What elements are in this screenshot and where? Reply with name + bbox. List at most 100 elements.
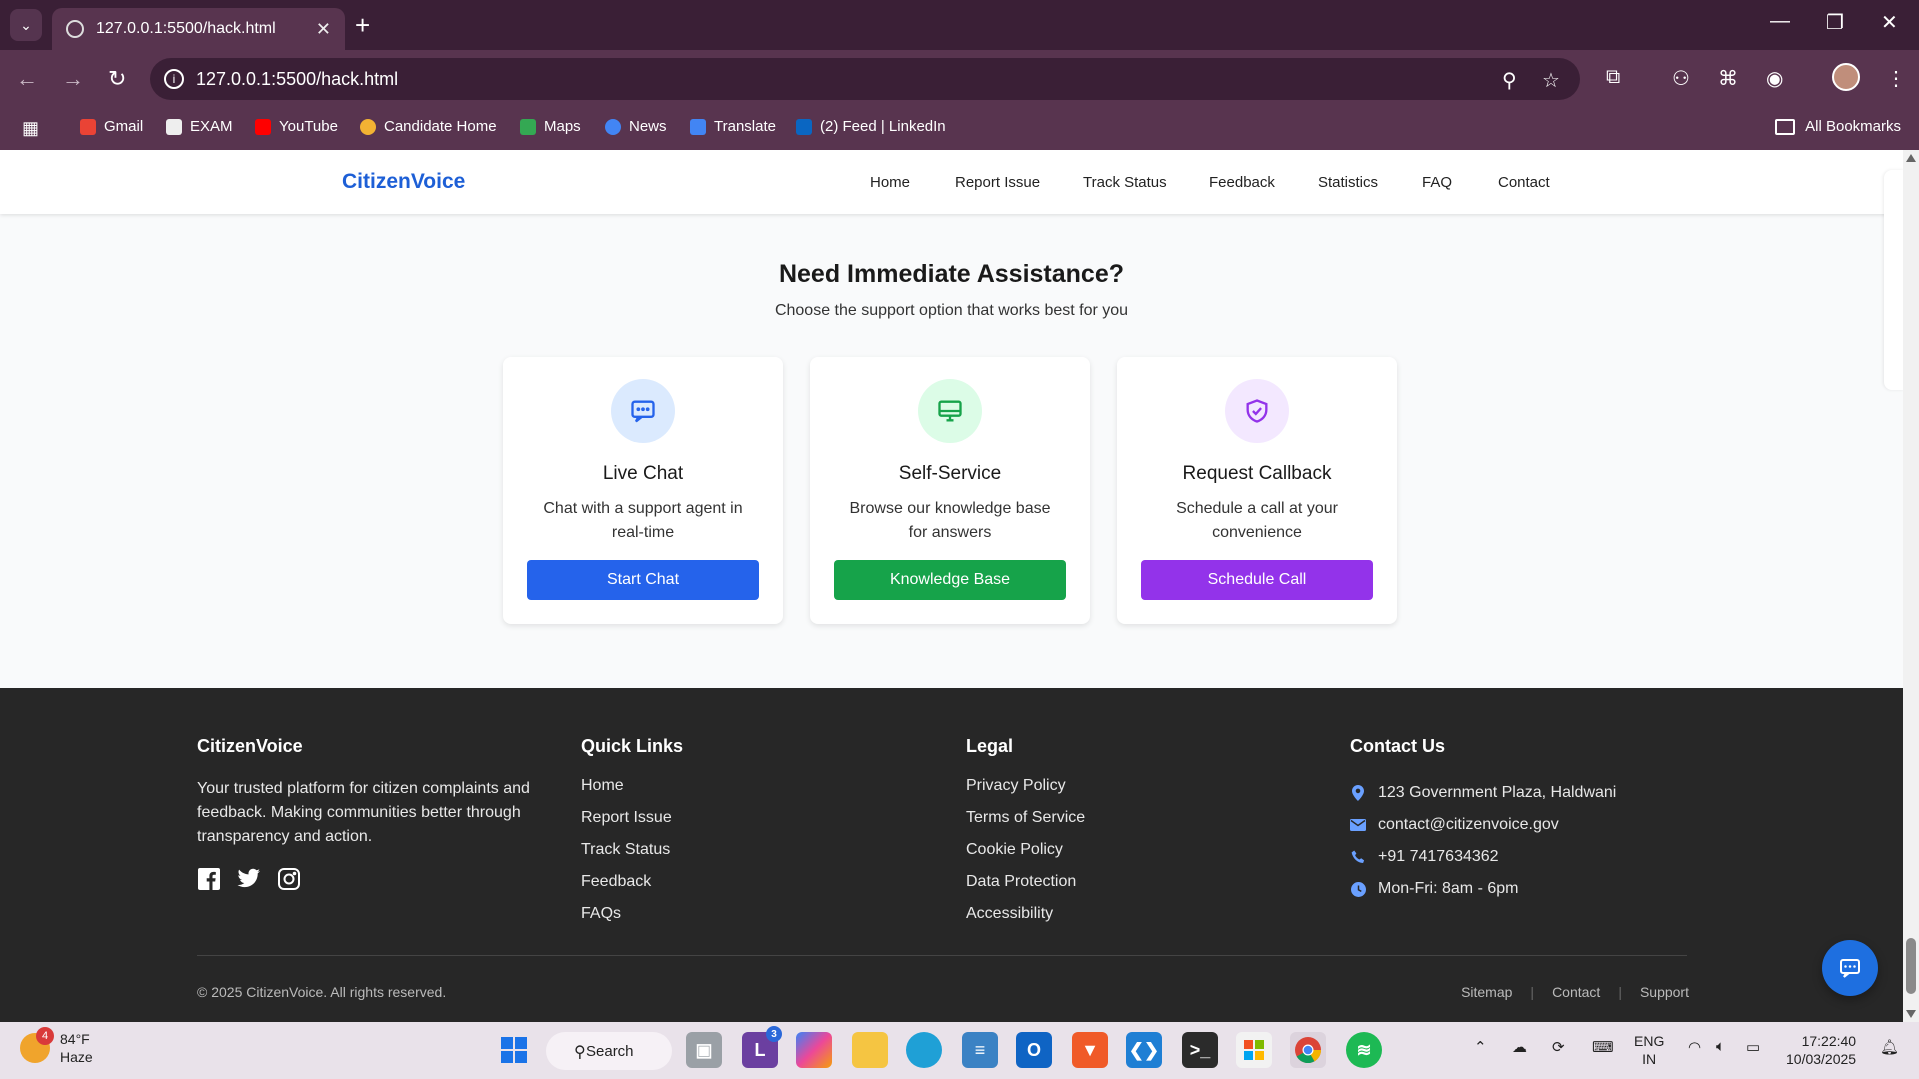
close-tab-icon[interactable]: ✕	[316, 19, 331, 40]
bookmark-star-icon[interactable]: ☆	[1542, 68, 1560, 93]
extensions-icon[interactable]: ⧉	[1606, 66, 1620, 89]
site-logo[interactable]: CitizenVoice	[342, 170, 465, 194]
footer-link-report-issue[interactable]: Report Issue	[581, 809, 683, 841]
sync-icon[interactable]: ⟳	[1552, 1038, 1565, 1056]
nav-faq[interactable]: FAQ	[1422, 174, 1452, 191]
footer-link-sitemap[interactable]: Sitemap	[1461, 984, 1512, 1000]
minimize-button[interactable]: —	[1770, 10, 1790, 33]
edge-icon[interactable]	[906, 1032, 942, 1068]
scroll-thumb[interactable]	[1906, 938, 1916, 994]
nav-contact[interactable]: Contact	[1498, 174, 1550, 191]
translate-icon[interactable]: ⌘	[1718, 66, 1738, 91]
spotify-icon[interactable]: ≋	[1346, 1032, 1382, 1068]
brave-icon[interactable]: ▼	[1072, 1032, 1108, 1068]
globe-icon	[66, 20, 84, 38]
taskbar-search[interactable]: ⚲ Search	[546, 1032, 672, 1070]
footer-link-support[interactable]: Support	[1640, 984, 1689, 1000]
new-tab-button[interactable]: +	[355, 10, 370, 41]
clock-date: 10/03/2025	[1786, 1051, 1857, 1067]
volume-icon[interactable]: 🔈︎	[1716, 1038, 1725, 1055]
copilot-icon[interactable]	[796, 1032, 832, 1068]
terminal-icon[interactable]: >_	[1182, 1032, 1218, 1068]
site-info-icon[interactable]: i	[164, 69, 184, 89]
scroll-down-icon[interactable]	[1906, 1010, 1916, 1018]
battery-icon[interactable]: ▭	[1746, 1038, 1760, 1056]
footer-link-contact[interactable]: Contact	[1552, 984, 1600, 1000]
youtube-icon	[255, 118, 271, 135]
bookmark-exam[interactable]: EXAM	[166, 118, 233, 135]
chat-fab-button[interactable]	[1822, 940, 1878, 996]
file-explorer-icon[interactable]	[852, 1032, 888, 1068]
footer-brand: CitizenVoice	[197, 736, 303, 756]
footer-link-home[interactable]: Home	[581, 777, 683, 809]
restore-button[interactable]: ❐	[1826, 10, 1844, 35]
footer-link-privacy-policy[interactable]: Privacy Policy	[966, 777, 1085, 809]
onedrive-icon[interactable]: ☁	[1512, 1038, 1527, 1056]
bookmark-linkedin[interactable]: (2) Feed | LinkedIn	[796, 118, 946, 135]
bookmark-gmail[interactable]: Gmail	[80, 118, 143, 135]
contact-hours: Mon-Fri: 8am - 6pm	[1378, 880, 1519, 897]
all-bookmarks[interactable]: All Bookmarks	[1775, 118, 1901, 135]
apps-grid-icon[interactable]: ▦	[22, 118, 39, 139]
notepad-icon[interactable]: ≡	[962, 1032, 998, 1068]
app-l-icon[interactable]: L3	[742, 1026, 782, 1068]
profile-avatar[interactable]	[1832, 63, 1860, 91]
footer-link-faqs[interactable]: FAQs	[581, 905, 683, 937]
screenshot-icon[interactable]: ◉	[1766, 66, 1783, 91]
bookmark-youtube[interactable]: YouTube	[255, 118, 338, 135]
wifi-icon[interactable]: ◠	[1688, 1038, 1701, 1056]
vscode-icon[interactable]: ❮❯	[1126, 1032, 1162, 1068]
task-view-icon[interactable]: ▣	[686, 1032, 722, 1068]
bookmark-translate[interactable]: Translate	[690, 118, 776, 135]
nav-statistics[interactable]: Statistics	[1318, 174, 1378, 191]
notification-badge: 3	[766, 1026, 782, 1042]
instagram-icon[interactable]	[277, 867, 301, 891]
start-icon[interactable]	[496, 1032, 532, 1068]
contact-phone[interactable]: +91 7417634362	[1378, 848, 1499, 866]
bookmark-candidate-home[interactable]: Candidate Home	[360, 118, 497, 135]
schedule-call-button[interactable]: Schedule Call	[1141, 560, 1373, 600]
page-scrollbar[interactable]	[1903, 150, 1919, 1022]
bookmark-news[interactable]: News	[605, 118, 667, 135]
start-chat-button[interactable]: Start Chat	[527, 560, 759, 600]
store-icon[interactable]	[1236, 1032, 1272, 1068]
system-clock[interactable]: 17:22:40 10/03/2025	[1786, 1032, 1856, 1068]
close-window-button[interactable]: ✕	[1881, 10, 1898, 35]
keyboard-icon[interactable]: ⌨	[1592, 1038, 1614, 1056]
nav-home[interactable]: Home	[870, 174, 910, 191]
footer-link-cookie-policy[interactable]: Cookie Policy	[966, 841, 1085, 873]
linkedin-icon	[796, 118, 812, 135]
footer-link-terms[interactable]: Terms of Service	[966, 809, 1085, 841]
assist-subtitle: Choose the support option that works bes…	[774, 302, 1129, 319]
weather-widget[interactable]: 4 84°F Haze	[20, 1027, 93, 1066]
chrome-icon[interactable]	[1290, 1032, 1326, 1068]
bookmark-maps[interactable]: Maps	[520, 118, 581, 135]
facebook-icon[interactable]	[197, 867, 221, 891]
address-bar[interactable]: i 127.0.0.1:5500/hack.html ⚲ ☆	[150, 58, 1580, 100]
contact-email[interactable]: contact@citizenvoice.gov	[1378, 816, 1559, 834]
twitter-icon[interactable]	[237, 867, 261, 891]
knowledge-base-button[interactable]: Knowledge Base	[834, 560, 1066, 600]
nav-feedback[interactable]: Feedback	[1209, 174, 1275, 191]
nav-track-status[interactable]: Track Status	[1083, 174, 1167, 191]
forward-icon[interactable]: →	[62, 66, 84, 92]
reload-icon[interactable]: ↻	[108, 66, 126, 92]
browser-tab[interactable]: 127.0.0.1:5500/hack.html ✕	[52, 8, 345, 50]
zoom-icon[interactable]: ⚲	[1502, 68, 1517, 93]
scroll-up-icon[interactable]	[1906, 154, 1916, 162]
gmail-icon	[80, 118, 96, 135]
request-callback-card: Request Callback Schedule a call at your…	[1117, 357, 1397, 624]
back-icon[interactable]: ←	[16, 66, 38, 92]
footer-link-accessibility[interactable]: Accessibility	[966, 905, 1085, 937]
menu-icon[interactable]: ⋮	[1886, 66, 1906, 91]
tab-search-button[interactable]: ⌄	[10, 9, 42, 41]
language-indicator[interactable]: ENG IN	[1634, 1032, 1664, 1068]
incognito-icon[interactable]: ⚇	[1672, 66, 1690, 91]
nav-report-issue[interactable]: Report Issue	[955, 174, 1040, 191]
outlook-icon[interactable]: O	[1016, 1032, 1052, 1068]
notifications-icon[interactable]: 🔔︎	[1880, 1038, 1899, 1056]
footer-link-feedback[interactable]: Feedback	[581, 873, 683, 905]
footer-link-data-protection[interactable]: Data Protection	[966, 873, 1085, 905]
footer-link-track-status[interactable]: Track Status	[581, 841, 683, 873]
tray-expand-icon[interactable]: ⌃	[1474, 1038, 1487, 1056]
